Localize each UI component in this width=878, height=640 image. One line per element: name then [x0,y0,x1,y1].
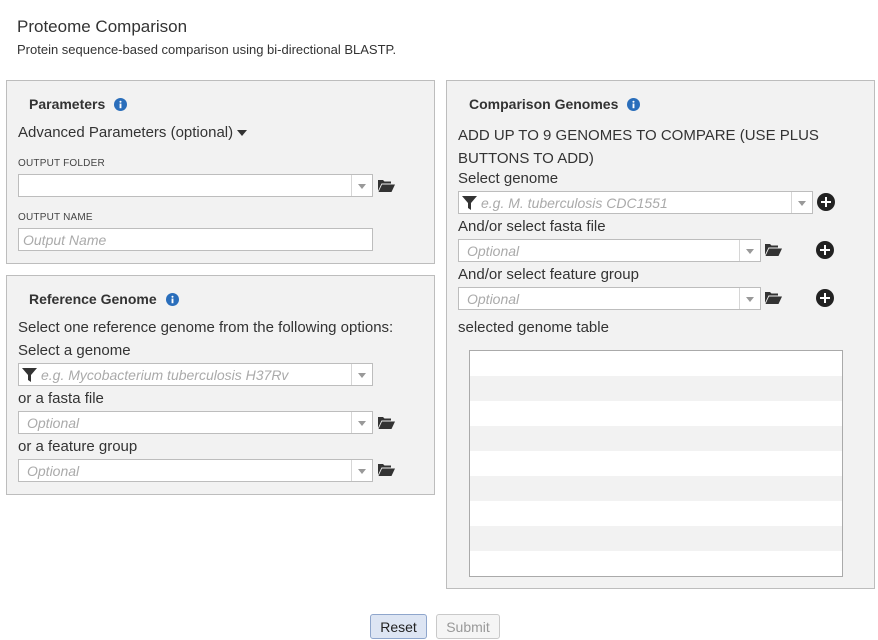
comparison-instructions: ADD UP TO 9 GENOMES TO COMPARE (USE PLUS… [458,127,819,167]
reference-feature-group-select[interactable]: Optional [18,459,373,482]
chevron-down-icon[interactable] [791,192,812,213]
plus-circle-icon[interactable] [817,193,835,211]
table-row [470,476,842,501]
info-icon[interactable] [114,97,128,111]
submit-button[interactable]: Submit [436,614,500,639]
table-row [470,551,842,576]
reference-genome-heading: Reference Genome [29,291,179,307]
reference-feature-group-placeholder: Optional [27,463,80,479]
chevron-down-icon[interactable] [739,288,760,309]
comparison-select-genome-label: Select genome [458,170,559,187]
table-row [470,501,842,526]
reference-instructions: Select one reference genome from the fol… [18,319,394,336]
comparison-genome-placeholder: e.g. M. tuberculosis CDC1551 [481,195,668,211]
reference-fasta-placeholder: Optional [27,415,80,431]
reset-button[interactable]: Reset [370,614,427,639]
comparison-feature-group-label: And/or select feature group [458,266,639,283]
selected-genome-table[interactable] [469,350,843,577]
folder-open-icon[interactable] [378,463,395,476]
comparison-genomes-heading: Comparison Genomes [469,96,641,112]
table-row [470,401,842,426]
comparison-fasta-label: And/or select fasta file [458,218,606,235]
info-icon[interactable] [627,97,641,111]
comparison-fasta-placeholder: Optional [467,243,520,259]
reference-fasta-select[interactable]: Optional [18,411,373,434]
reference-genome-title: Reference Genome [29,291,157,307]
output-folder-select[interactable] [18,174,373,197]
filter-icon [462,196,477,210]
page-subtitle: Protein sequence-based comparison using … [17,42,397,57]
reference-select-genome-label: Select a genome [18,342,131,359]
page-title: Proteome Comparison [17,17,188,36]
comparison-genome-select[interactable]: e.g. M. tuberculosis CDC1551 [458,191,813,214]
comparison-genomes-title: Comparison Genomes [469,96,619,112]
folder-open-icon[interactable] [378,179,395,192]
advanced-parameters-toggle[interactable]: Advanced Parameters (optional) [18,124,248,141]
reference-genome-placeholder: e.g. Mycobacterium tuberculosis H37Rv [41,367,289,383]
comparison-feature-group-select[interactable]: Optional [458,287,761,310]
reference-feature-group-label: or a feature group [18,438,138,455]
output-name-input[interactable]: Output Name [18,228,373,251]
output-folder-label: OUTPUT FOLDER [18,158,105,169]
output-name-placeholder: Output Name [23,232,107,248]
chevron-down-icon[interactable] [351,364,372,385]
advanced-parameters-label: Advanced Parameters (optional) [18,124,234,141]
plus-circle-icon[interactable] [816,289,834,307]
reference-genome-select[interactable]: e.g. Mycobacterium tuberculosis H37Rv [18,363,373,386]
folder-open-icon[interactable] [378,416,395,429]
filter-icon [22,368,37,382]
table-row [470,526,842,551]
parameters-heading: Parameters [29,96,128,112]
reference-fasta-label: or a fasta file [18,390,104,407]
caret-down-icon [237,130,248,137]
folder-open-icon[interactable] [765,243,782,256]
table-row [470,376,842,401]
info-icon[interactable] [165,292,179,306]
parameters-title: Parameters [29,96,106,112]
table-row [470,451,842,476]
chevron-down-icon[interactable] [351,460,372,481]
chevron-down-icon[interactable] [351,175,372,196]
plus-circle-icon[interactable] [816,241,834,259]
selected-genome-table-label: selected genome table [458,319,609,336]
comparison-fasta-select[interactable]: Optional [458,239,761,262]
chevron-down-icon[interactable] [739,240,760,261]
table-row [470,351,842,376]
output-name-label: OUTPUT NAME [18,212,93,223]
chevron-down-icon[interactable] [351,412,372,433]
folder-open-icon[interactable] [765,291,782,304]
table-row [470,426,842,451]
comparison-feature-group-placeholder: Optional [467,291,520,307]
